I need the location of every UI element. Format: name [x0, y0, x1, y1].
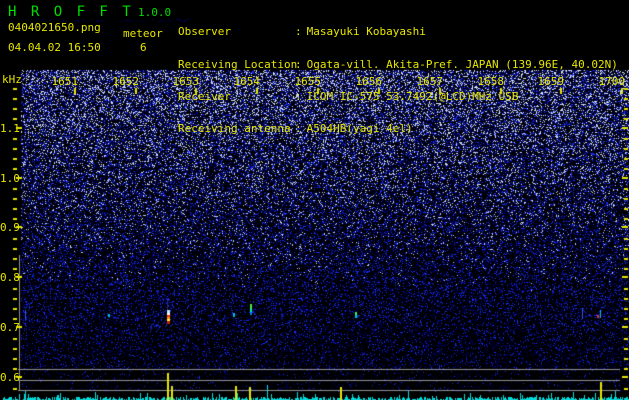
freq-unit-label: kHz — [2, 73, 22, 86]
output-filename: 0404021650.png — [8, 21, 101, 34]
date-time: 04.04.02 16:50 — [8, 41, 101, 54]
hrofft-output-image: H R O F F T 1.0.0 0404021650.png meteor … — [0, 0, 629, 400]
info-row-antenna: Receiving antenna: A504HB(yagi 4el) — [178, 121, 413, 135]
app-title: H R O F F T — [8, 4, 134, 20]
freq-label-1-0: 1.0 — [0, 172, 20, 185]
time-label-1659: 1659 — [537, 75, 565, 88]
receiver-value: ICOM IC-575 53.7492(@LCD)MHz USB — [306, 89, 519, 103]
time-label-1655: 1655 — [294, 75, 322, 88]
freq-label-0-9: 0.9 — [0, 221, 20, 234]
antenna-value: A504HB(yagi 4el) — [306, 121, 413, 135]
time-label-1700: 1700 — [598, 75, 626, 88]
info-row-observer: Observer: Masayuki Kobayashi — [178, 25, 426, 39]
time-label-1653: 1653 — [172, 75, 200, 88]
app-version: 1.0.0 — [138, 6, 172, 19]
freq-label-0-8: 0.8 — [0, 271, 20, 284]
time-label-1652: 1652 — [112, 75, 140, 88]
time-label-1656: 1656 — [355, 75, 383, 88]
time-label-1651: 1651 — [51, 75, 79, 88]
time-label-1658: 1658 — [477, 75, 505, 88]
mode-label: meteor — [123, 27, 163, 40]
time-label-1654: 1654 — [233, 75, 261, 88]
freq-label-0-7: 0.7 — [0, 321, 20, 334]
info-row-receiver: Receiver: ICOM IC-575 53.7492(@LCD)MHz US… — [178, 89, 519, 103]
info-row-location: Receiving Location: Ogata-vill. Akita-Pre… — [178, 57, 618, 71]
location-value: Ogata-vill. Akita-Pref. JAPAN (139.96E, … — [306, 57, 618, 71]
meteor-count: 6 — [140, 41, 147, 54]
observer-value: Masayuki Kobayashi — [306, 25, 426, 39]
freq-label-0-6: 0.6 — [0, 371, 20, 384]
time-label-1657: 1657 — [416, 75, 444, 88]
freq-label-1-1: 1.1 — [0, 122, 20, 135]
